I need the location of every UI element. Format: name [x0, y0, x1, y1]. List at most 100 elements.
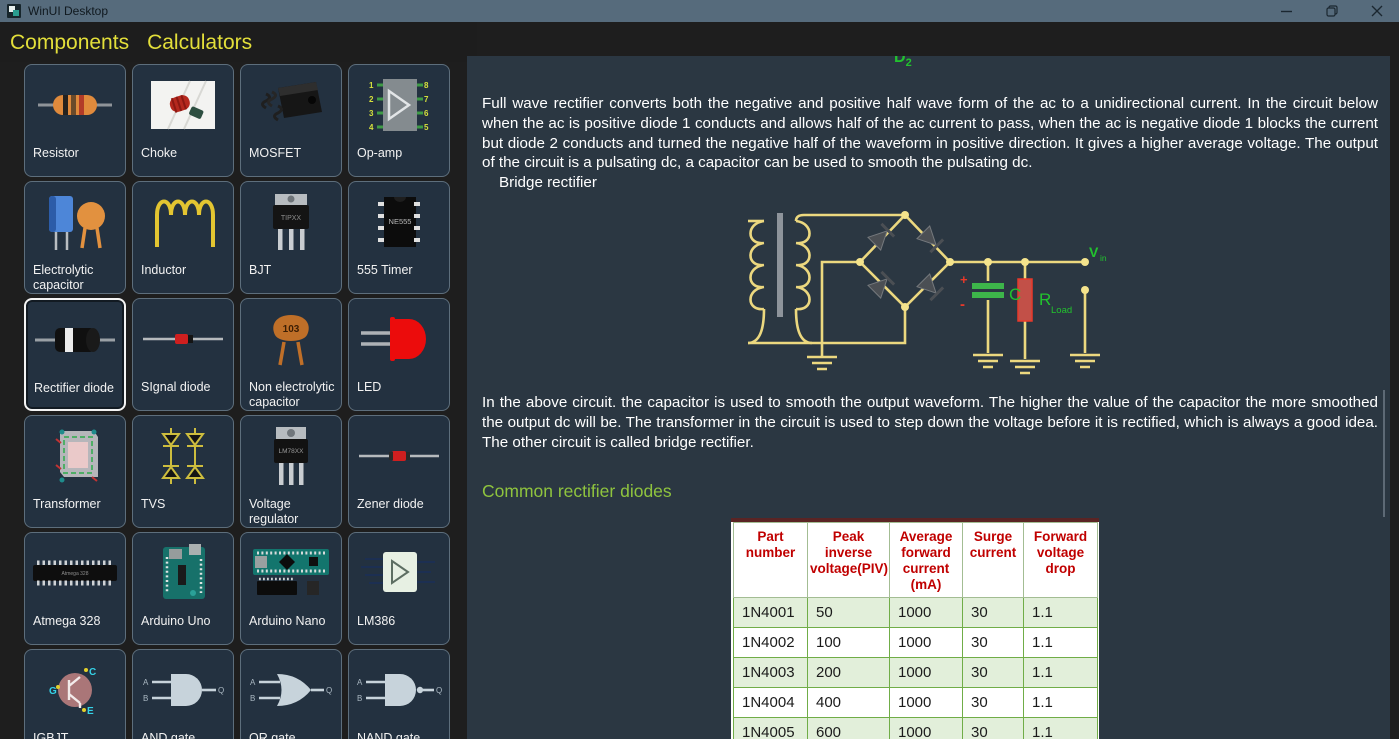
sidebar-item-resistor[interactable]: Resistor	[24, 64, 126, 177]
timer-555-icon: NE555	[349, 187, 449, 257]
table-cell: 1.1	[1023, 596, 1098, 628]
svg-text:Atmega 328: Atmega 328	[62, 571, 89, 577]
electrolytic-capacitor-icon	[25, 187, 125, 257]
diode2-label: D2	[894, 56, 912, 70]
svg-text:A: A	[250, 678, 256, 687]
content-scrollbar-thumb[interactable]	[1383, 390, 1385, 517]
table-cell: 30	[962, 716, 1024, 739]
restore-button[interactable]	[1309, 0, 1354, 22]
component-card-label: Rectifier diode	[34, 381, 114, 395]
fullwave-paragraph: Full wave rectifier converts both the ne…	[482, 95, 1378, 172]
app-icon	[7, 4, 21, 18]
svg-text:C: C	[89, 667, 96, 678]
capacitor-label: C	[1009, 285, 1021, 304]
table-header-cell: Surge current	[962, 522, 1024, 598]
table-header-cell: Peak inverse voltage(PIV)	[807, 522, 890, 598]
sidebar-item-atmega-328[interactable]: Atmega 328 Atmega 328	[24, 532, 126, 645]
component-card-label: Zener diode	[357, 497, 424, 511]
table-row: 1N4005 600 1000 30 1.1	[733, 716, 1098, 739]
component-grid: Resistor Choke MOSFET 1 2 3 4 8 7 6 5 Op-amp El…	[24, 64, 450, 739]
sidebar-item-inductor[interactable]: Inductor	[132, 181, 234, 294]
table-cell: 1.1	[1023, 626, 1098, 658]
svg-text:4: 4	[369, 123, 374, 132]
lm386-icon	[349, 538, 449, 608]
resistor-icon	[25, 70, 125, 140]
table-cell: 600	[807, 716, 890, 739]
table-cell: 1000	[889, 596, 963, 628]
sidebar-item-zener-diode[interactable]: Zener diode	[348, 415, 450, 528]
opamp-icon: 1 2 3 4 8 7 6 5	[349, 70, 449, 140]
common-rectifier-diodes-heading: Common rectifier diodes	[482, 481, 672, 502]
table-header-row: Part number Peak inverse voltage(PIV) Aver…	[733, 522, 1098, 598]
sidebar-item-transformer[interactable]: Transformer	[24, 415, 126, 528]
load-resistor-sub: Load	[1051, 305, 1072, 316]
sidebar-item-led[interactable]: LED	[348, 298, 450, 411]
svg-text:2: 2	[369, 95, 374, 104]
sidebar-item-arduino-uno[interactable]: Arduino Uno	[132, 532, 234, 645]
sidebar-item-or-gate[interactable]: AB Q OR gate	[240, 649, 342, 739]
sidebar-item-555-timer[interactable]: NE555 555 Timer	[348, 181, 450, 294]
bjt-icon: TIPXX	[241, 187, 341, 257]
sidebar-item-signal-diode[interactable]: SIgnal diode	[132, 298, 234, 411]
sidebar-item-choke[interactable]: Choke	[132, 64, 234, 177]
sidebar-item-arduino-nano[interactable]: Arduino Nano	[240, 532, 342, 645]
svg-text:Q: Q	[326, 686, 332, 695]
sidebar-item-non-electrolytic-capacitor[interactable]: 103 Non electrolytic capacitor	[240, 298, 342, 411]
sidebar-item-bjt[interactable]: TIPXX BJT	[240, 181, 342, 294]
igbjt-icon: C G E	[25, 655, 125, 725]
pivot-tabbar: Components Calculators	[0, 22, 477, 62]
table-cell: 400	[807, 686, 890, 718]
table-cell: 1.1	[1023, 686, 1098, 718]
clipped-figure-label-row: D2	[482, 56, 1378, 94]
sidebar-item-igbjt[interactable]: C G E IGBJT	[24, 649, 126, 739]
svg-text:Q: Q	[218, 686, 224, 695]
table-row: 1N4003 200 1000 30 1.1	[733, 656, 1098, 688]
svg-text:LM78XX: LM78XX	[279, 448, 305, 455]
sidebar-item-rectifier-diode[interactable]: Rectifier diode	[24, 298, 126, 411]
svg-text:6: 6	[424, 109, 429, 118]
atmega328-icon: Atmega 328	[25, 538, 125, 608]
component-card-label: OR gate	[249, 731, 296, 739]
svg-text:B: B	[250, 694, 255, 703]
component-detail-pane: D2 Full wave rectifier converts both the…	[467, 56, 1390, 739]
component-card-label: Arduino Nano	[249, 614, 326, 628]
table-body: 1N4001 50 1000 30 1.1 1N4002 100 1000 30 1.1 1N400…	[733, 596, 1098, 739]
component-card-label: Choke	[141, 146, 178, 160]
sidebar-item-mosfet[interactable]: MOSFET	[240, 64, 342, 177]
close-button[interactable]	[1354, 0, 1399, 22]
component-card-label: 555 Timer	[357, 263, 413, 277]
sidebar-item-lm386[interactable]: LM386	[348, 532, 450, 645]
table-cell: 1000	[889, 716, 963, 739]
sidebar-item-tvs[interactable]: TVS	[132, 415, 234, 528]
table-header-cell: Part number	[733, 522, 808, 598]
table-header-cell: Forward voltage drop	[1023, 522, 1098, 598]
table-row: 1N4002 100 1000 30 1.1	[733, 626, 1098, 658]
smoothing-paragraph: In the above circuit. the capacitor is u…	[482, 394, 1378, 451]
table-row: 1N4004 400 1000 30 1.1	[733, 686, 1098, 718]
sidebar-item-electrolytic-capacitor[interactable]: Electrolytic capacitor	[24, 181, 126, 294]
sidebar-item-nand-gate[interactable]: AB Q NAND gate	[348, 649, 450, 739]
minimize-button[interactable]	[1264, 0, 1309, 22]
table-header-cell: Average forward current (mA)	[889, 522, 963, 598]
svg-text:A: A	[143, 678, 149, 687]
rectifier-diodes-table: Part number Peak inverse voltage(PIV) Aver…	[731, 518, 1099, 739]
tab-calculators[interactable]: Calculators	[147, 32, 252, 53]
voltage-regulator-icon: LM78XX	[241, 421, 341, 491]
capacitor-minus-label: -	[960, 296, 965, 313]
table-cell: 30	[962, 626, 1024, 658]
window-titlebar: WinUI Desktop	[0, 0, 1399, 22]
non-electrolytic-capacitor-icon: 103	[241, 304, 341, 374]
sidebar-item-and-gate[interactable]: AB Q AND gate	[132, 649, 234, 739]
bridge-diodes	[867, 222, 945, 302]
component-card-label: LED	[357, 380, 382, 394]
component-card-label: Non electrolytic capacitor	[249, 380, 335, 409]
table-cell: 30	[962, 596, 1024, 628]
component-card-label: Op-amp	[357, 146, 403, 160]
table-row: 1N4001 50 1000 30 1.1	[733, 596, 1098, 628]
tab-components[interactable]: Components	[10, 32, 129, 53]
component-card-label: IGBJT	[33, 731, 69, 739]
component-card-label: Inductor	[141, 263, 187, 277]
sidebar-item-op-amp[interactable]: 1 2 3 4 8 7 6 5 Op-amp	[348, 64, 450, 177]
svg-text:NE555: NE555	[389, 217, 412, 226]
sidebar-item-voltage-regulator[interactable]: LM78XX Voltage regulator	[240, 415, 342, 528]
